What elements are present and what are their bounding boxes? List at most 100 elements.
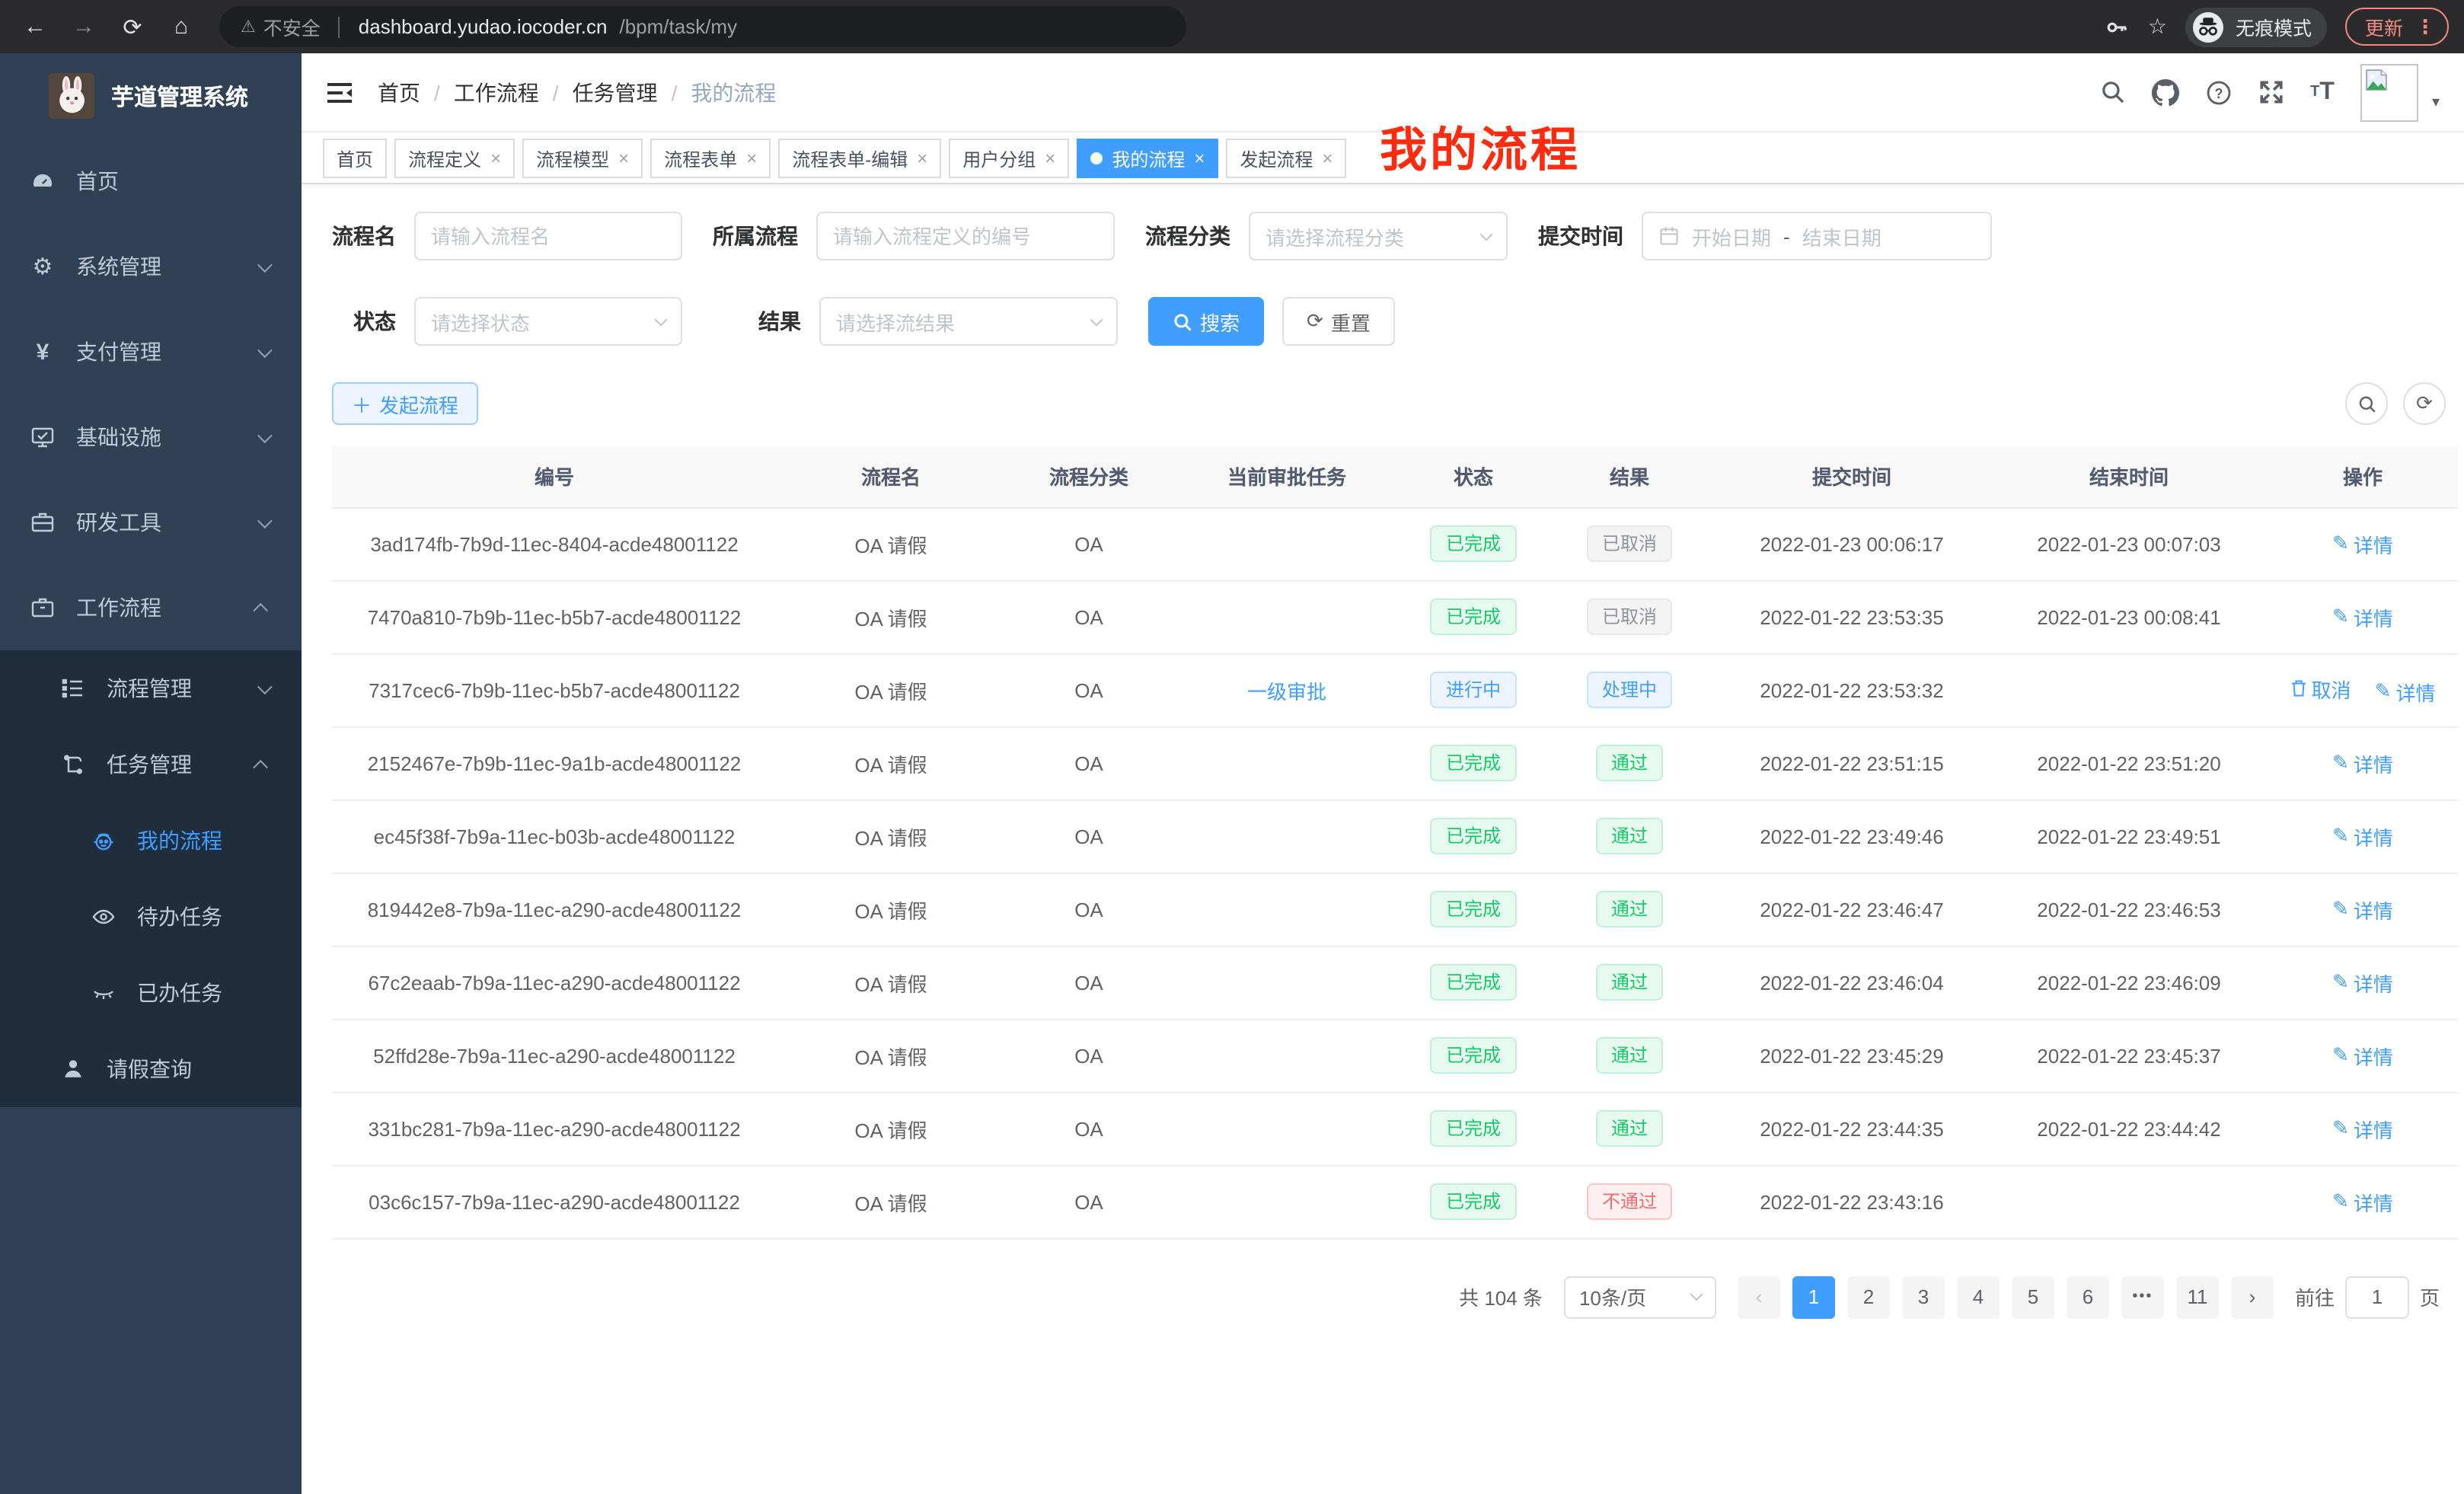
help-icon[interactable]: ? xyxy=(2205,78,2233,106)
sidebar-item-leave-query[interactable]: 请假查询 xyxy=(0,1031,302,1107)
page-button-11[interactable]: 11 xyxy=(2176,1275,2219,1318)
sidebar-item-workflow[interactable]: 工作流程 xyxy=(0,565,302,650)
sidebar-item-process-management[interactable]: 流程管理 xyxy=(0,650,302,726)
url-host: dashboard.yudao.iocoder.cn xyxy=(359,15,608,38)
current-task-link[interactable]: 一级审批 xyxy=(1247,680,1326,703)
browser-menu-kebab-icon[interactable]: ⋮ xyxy=(2415,14,2435,39)
breadcrumb-workflow[interactable]: 工作流程 xyxy=(454,77,539,107)
close-icon[interactable]: × xyxy=(746,148,757,169)
close-icon[interactable]: × xyxy=(917,148,927,169)
page-button-1[interactable]: 1 xyxy=(1792,1275,1835,1318)
font-size-icon[interactable]: TT xyxy=(2310,78,2335,106)
detail-link[interactable]: ✎详情 xyxy=(2332,1187,2393,1216)
process-category-select[interactable]: 请选择流程分类 xyxy=(1249,212,1508,260)
page-button-4[interactable]: 4 xyxy=(1957,1275,2000,1318)
prev-page-button[interactable]: ‹ xyxy=(1738,1275,1780,1318)
cancel-link[interactable]: 取消 xyxy=(2290,674,2351,703)
browser-update-button[interactable]: 更新 ⋮ xyxy=(2345,8,2449,46)
detail-link[interactable]: ✎详情 xyxy=(2332,1114,2393,1143)
browser-home-icon[interactable]: ⌂ xyxy=(161,7,201,46)
address-bar[interactable]: ⚠ 不安全 dashboard.yudao.iocoder.cn/bpm/tas… xyxy=(219,6,1186,47)
submit-time-range-picker[interactable]: 开始日期 - 结束日期 xyxy=(1642,212,1992,260)
site-security[interactable]: ⚠ 不安全 xyxy=(241,12,321,41)
sidebar-item-todo-tasks[interactable]: 待办任务 xyxy=(0,879,302,955)
col-end-time: 结束时间 xyxy=(1990,446,2268,507)
result-select[interactable]: 请选择流结果 xyxy=(819,297,1118,346)
reset-button[interactable]: ⟳ 重置 xyxy=(1282,297,1395,346)
tab-my-process[interactable]: 我的流程 × xyxy=(1077,139,1218,178)
app-logo-row[interactable]: 芋道管理系统 xyxy=(0,53,302,139)
detail-link[interactable]: ✎详情 xyxy=(2332,602,2393,631)
detail-link[interactable]: ✎详情 xyxy=(2375,677,2436,706)
tab-process-definition[interactable]: 流程定义 × xyxy=(394,139,515,178)
browser-reload-icon[interactable]: ⟳ xyxy=(113,7,152,46)
fullscreen-icon[interactable] xyxy=(2258,79,2284,105)
browser-back-icon[interactable]: ← xyxy=(15,7,55,46)
detail-link[interactable]: ✎详情 xyxy=(2332,822,2393,851)
chevron-down-icon xyxy=(655,313,668,326)
more-pages-button[interactable]: ••• xyxy=(2121,1275,2164,1318)
refresh-button[interactable]: ⟳ xyxy=(2403,382,2446,425)
page-button-2[interactable]: 2 xyxy=(1847,1275,1890,1318)
table-tools: ⟳ xyxy=(2345,382,2446,425)
tab-process-form-edit[interactable]: 流程表单-编辑 × xyxy=(778,139,941,178)
close-icon[interactable]: × xyxy=(1045,148,1055,169)
hide-search-button[interactable] xyxy=(2345,382,2388,425)
tab-user-group[interactable]: 用户分组 × xyxy=(949,139,1069,178)
cell-submit-time: 2022-01-22 23:46:47 xyxy=(1713,873,1990,946)
chevron-up-icon xyxy=(253,602,268,618)
page-size-select[interactable]: 10条/页 xyxy=(1564,1275,1716,1318)
sidebar-item-system[interactable]: ⚙ 系统管理 xyxy=(0,224,302,309)
browser-forward-icon[interactable]: → xyxy=(64,7,104,46)
tab-label: 发起流程 xyxy=(1240,145,1313,171)
result-badge: 通过 xyxy=(1596,1110,1663,1147)
bookmark-star-icon[interactable]: ☆ xyxy=(2148,14,2167,40)
search-button[interactable]: 搜索 xyxy=(1148,297,1264,346)
cell-task xyxy=(1173,873,1401,946)
annotation-overlay: 我的流程 xyxy=(1380,111,1581,180)
github-icon[interactable] xyxy=(2152,78,2179,106)
sidebar-item-my-process[interactable]: 我的流程 xyxy=(0,803,302,879)
detail-link[interactable]: ✎详情 xyxy=(2332,749,2393,777)
sidebar-item-label: 研发工具 xyxy=(76,507,161,538)
detail-link[interactable]: ✎详情 xyxy=(2332,968,2393,997)
tab-start-process[interactable]: 发起流程 × xyxy=(1226,139,1346,178)
close-icon[interactable]: × xyxy=(490,148,501,169)
start-process-button[interactable]: ＋ 发起流程 xyxy=(332,382,478,425)
next-page-button[interactable]: › xyxy=(2231,1275,2274,1318)
process-name-input[interactable] xyxy=(414,212,682,260)
detail-link[interactable]: ✎详情 xyxy=(2332,895,2393,924)
sidebar-collapse-icon[interactable] xyxy=(326,80,353,104)
page-button-6[interactable]: 6 xyxy=(2067,1275,2109,1318)
tab-process-model[interactable]: 流程模型 × xyxy=(522,139,643,178)
detail-link[interactable]: ✎详情 xyxy=(2332,1041,2393,1070)
breadcrumb-task-management[interactable]: 任务管理 xyxy=(573,77,658,107)
process-definition-input[interactable] xyxy=(816,212,1115,260)
table-row: 7317cec6-7b9b-11ec-b5b7-acde48001122 OA … xyxy=(332,653,2458,726)
sidebar-item-infrastructure[interactable]: 基础设施 xyxy=(0,394,302,480)
close-icon[interactable]: × xyxy=(1194,148,1205,169)
sidebar-item-task-management[interactable]: 任务管理 xyxy=(0,726,302,803)
sidebar-item-home[interactable]: 首页 xyxy=(0,139,302,224)
page-button-5[interactable]: 5 xyxy=(2012,1275,2054,1318)
avatar[interactable] xyxy=(2360,63,2418,121)
avatar-caret-icon[interactable]: ▾ xyxy=(2432,94,2440,111)
close-icon[interactable]: × xyxy=(1322,148,1333,169)
result-badge: 已取消 xyxy=(1587,599,1672,635)
cell-end-time xyxy=(1990,1165,2268,1238)
status-select[interactable]: 请选择状态 xyxy=(414,297,682,346)
tab-process-form[interactable]: 流程表单 × xyxy=(650,139,771,178)
page-button-3[interactable]: 3 xyxy=(1902,1275,1945,1318)
cell-id: 67c2eaab-7b9a-11ec-a290-acde48001122 xyxy=(332,946,777,1019)
sidebar-item-done-tasks[interactable]: 已办任务 xyxy=(0,955,302,1031)
key-icon[interactable] xyxy=(2105,14,2130,39)
sidebar-item-devtools[interactable]: 研发工具 xyxy=(0,480,302,565)
cell-name: OA 请假 xyxy=(777,1019,1005,1092)
sidebar-item-payment[interactable]: ¥ 支付管理 xyxy=(0,309,302,394)
detail-link[interactable]: ✎详情 xyxy=(2332,529,2393,558)
breadcrumb-home[interactable]: 首页 xyxy=(378,77,420,107)
goto-page-input[interactable] xyxy=(2345,1275,2409,1318)
search-icon[interactable] xyxy=(2100,79,2126,105)
close-icon[interactable]: × xyxy=(618,148,629,169)
tab-home[interactable]: 首页 xyxy=(323,139,387,178)
